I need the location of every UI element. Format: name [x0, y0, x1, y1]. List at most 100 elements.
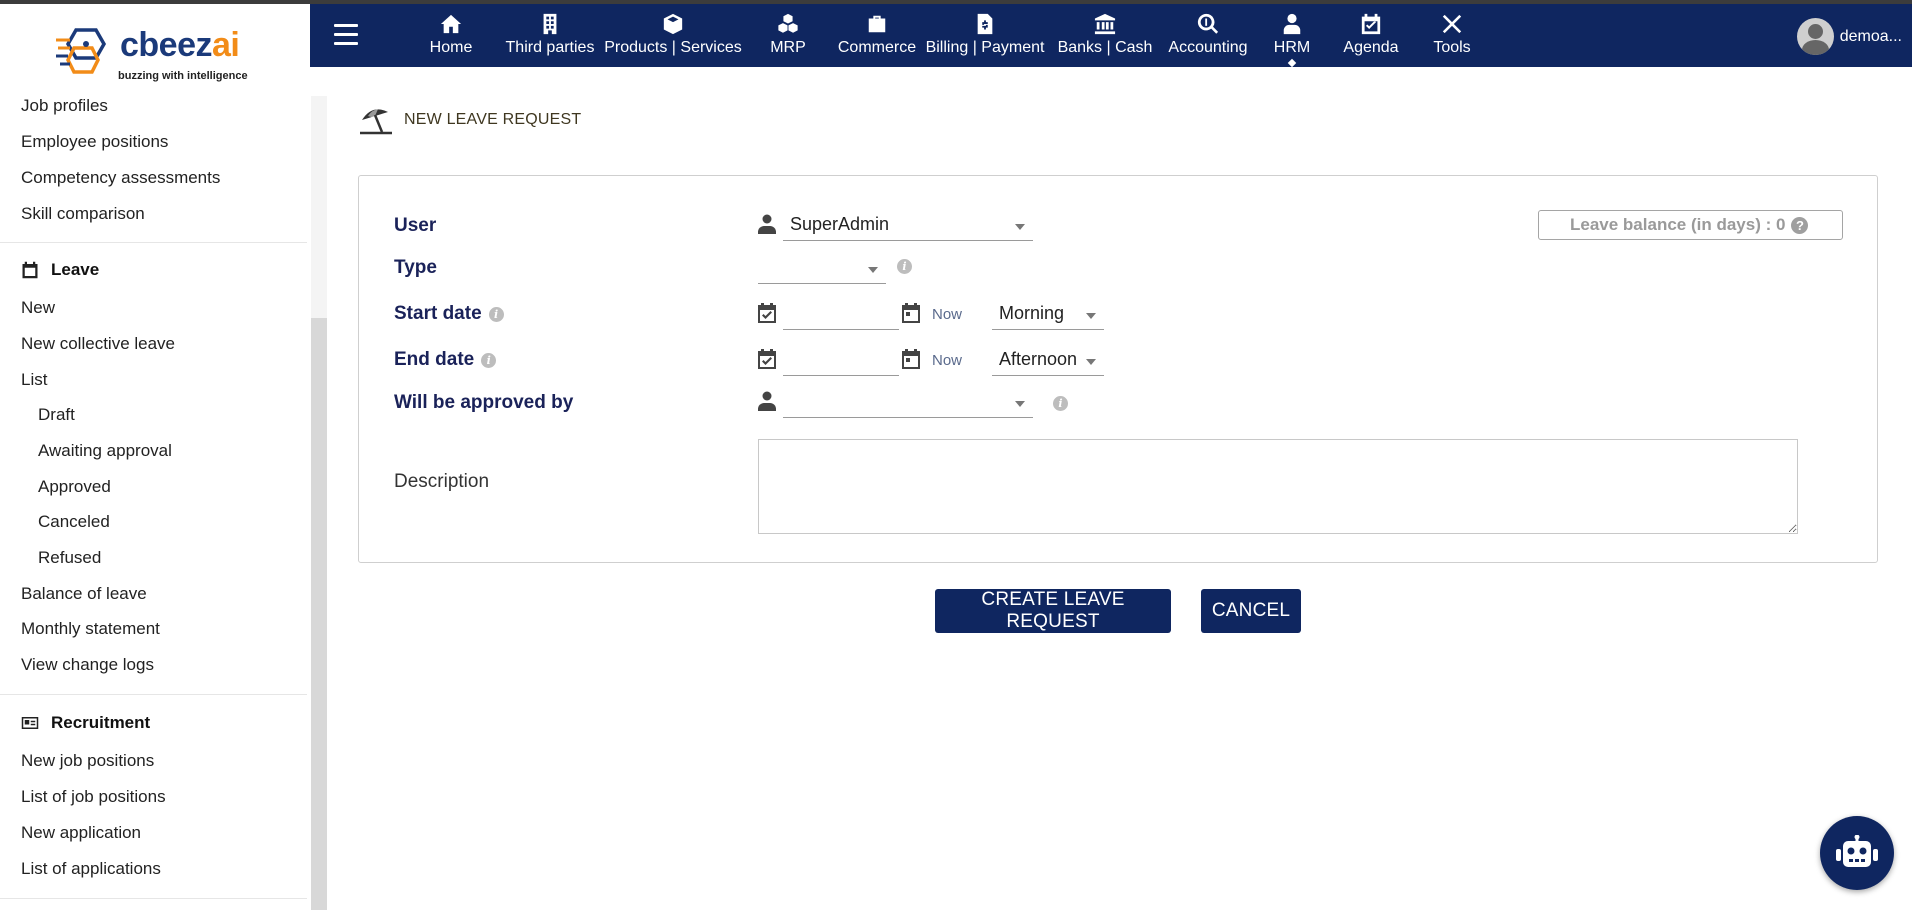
start-date-input[interactable]: [783, 300, 899, 330]
nav-banks-cash-label: Banks | Cash: [1057, 39, 1153, 56]
sidebar-item-view-change-logs[interactable]: View change logs: [21, 655, 154, 675]
help-icon[interactable]: ?: [1791, 216, 1809, 234]
page-title: NEW LEAVE REQUEST: [358, 104, 581, 136]
user-name: demoa...: [1839, 27, 1902, 45]
search-dollar-icon: [1197, 11, 1219, 37]
start-date-label-text: Start date: [394, 303, 482, 324]
sidebar-item-list-of-applications[interactable]: List of applications: [21, 859, 161, 879]
sidebar-item-list-of-job-positions[interactable]: List of job positions: [21, 787, 166, 807]
type-select[interactable]: [758, 254, 886, 284]
nav-home[interactable]: Home: [421, 4, 481, 67]
chevron-down-icon: [1086, 313, 1096, 319]
sidebar-heading-recruitment[interactable]: Recruitment: [21, 713, 150, 733]
chevron-down-icon: [1015, 224, 1025, 230]
bank-icon: [1094, 11, 1116, 37]
nav-products-services-label: Products | Services: [604, 39, 742, 56]
type-label-text: Type: [394, 257, 437, 278]
type-label: Type: [394, 257, 437, 279]
user-tie-icon: [1281, 11, 1303, 37]
create-leave-request-button[interactable]: CREATE LEAVE REQUEST: [935, 589, 1171, 633]
sidebar-item-list[interactable]: List: [21, 370, 47, 390]
nav-home-label: Home: [429, 39, 473, 56]
user-menu[interactable]: demoa...: [1796, 18, 1902, 55]
info-icon[interactable]: i: [897, 259, 912, 274]
end-date-now-link[interactable]: Now: [932, 352, 962, 369]
nav-tools[interactable]: Tools: [1422, 4, 1482, 67]
start-period-select[interactable]: Morning: [992, 300, 1104, 330]
nav-agenda[interactable]: Agenda: [1336, 4, 1406, 67]
nav-accounting[interactable]: Accounting: [1158, 4, 1258, 67]
sidebar-item-refused[interactable]: Refused: [38, 548, 101, 568]
calendar-icon[interactable]: [902, 303, 920, 323]
nav-products-services[interactable]: Products | Services: [598, 4, 748, 67]
hamburger-menu-icon[interactable]: [334, 24, 358, 46]
chevron-down-icon: [1015, 401, 1025, 407]
info-icon[interactable]: i: [1053, 396, 1068, 411]
leave-balance-box: Leave balance (in days) : 0 ?: [1538, 210, 1843, 240]
sidebar-divider: [0, 242, 307, 243]
logo-bee-icon: [56, 28, 107, 74]
sidebar-item-canceled[interactable]: Canceled: [38, 512, 110, 532]
description-label-text: Description: [394, 471, 490, 492]
sidebar-item-balance-of-leave[interactable]: Balance of leave: [21, 584, 147, 604]
nav-mrp[interactable]: MRP: [758, 4, 818, 67]
sidebar-item-new-application[interactable]: New application: [21, 823, 141, 843]
sidebar-item-skill-comparison[interactable]: Skill comparison: [21, 204, 145, 224]
calendar-check-icon[interactable]: [758, 349, 776, 369]
logo-tagline: buzzing with intelligence: [118, 70, 248, 82]
nav-commerce[interactable]: Commerce: [827, 4, 927, 67]
nav-third-parties-label: Third parties: [505, 39, 595, 56]
nav-third-parties[interactable]: Third parties: [495, 4, 605, 67]
start-date-now-link[interactable]: Now: [932, 306, 962, 323]
robot-icon: [1836, 835, 1878, 867]
approver-select[interactable]: [783, 388, 1033, 418]
brand-logo[interactable]: cbeezai buzzing with intelligence: [56, 24, 266, 90]
sidebar-item-approved[interactable]: Approved: [38, 477, 111, 497]
page-title-text: NEW LEAVE REQUEST: [404, 111, 582, 128]
info-icon[interactable]: i: [481, 352, 497, 368]
info-icon[interactable]: i: [488, 306, 504, 322]
nav-accounting-label: Accounting: [1168, 39, 1248, 56]
user-label: User: [394, 215, 436, 237]
nav-hrm[interactable]: HRM: [1262, 4, 1322, 67]
end-date-input[interactable]: [783, 346, 899, 376]
sidebar: Job profiles Employee positions Competen…: [0, 96, 310, 910]
sidebar-item-draft[interactable]: Draft: [38, 405, 75, 425]
approver-label: Will be approved by: [394, 392, 573, 414]
sidebar-item-new[interactable]: New: [21, 298, 55, 318]
nav-hrm-label: HRM: [1273, 39, 1311, 56]
sidebar-scrollbar-thumb[interactable]: [311, 318, 327, 910]
sidebar-item-job-profiles[interactable]: Job profiles: [21, 96, 108, 116]
sidebar-item-employee-positions[interactable]: Employee positions: [21, 132, 168, 152]
end-date-label-text: End date: [394, 349, 475, 370]
calendar-check-icon[interactable]: [758, 303, 776, 323]
id-card-icon: [21, 717, 39, 729]
calendar-icon[interactable]: [902, 349, 920, 369]
beach-umbrella-icon: [360, 109, 392, 135]
leave-request-form: User SuperAdmin Leave balance (in days) …: [358, 175, 1878, 563]
sidebar-item-new-collective-leave[interactable]: New collective leave: [21, 334, 175, 354]
chatbot-button[interactable]: [1820, 816, 1894, 890]
user-icon: [758, 214, 776, 234]
sidebar-item-competency-assessments[interactable]: Competency assessments: [21, 168, 220, 188]
cancel-button[interactable]: CANCEL: [1201, 589, 1301, 633]
description-label: Description: [394, 471, 489, 493]
avatar: [1796, 18, 1834, 55]
end-period-select[interactable]: Afternoon: [992, 346, 1104, 376]
building-icon: [539, 11, 561, 37]
sidebar-heading-recruitment-label: Recruitment: [51, 713, 151, 732]
user-select[interactable]: SuperAdmin: [783, 211, 1033, 241]
logo-wordmark: cbeezai: [120, 26, 240, 64]
sidebar-heading-leave[interactable]: Leave: [21, 260, 99, 280]
description-textarea[interactable]: [758, 439, 1798, 534]
calendar-check-icon: [1360, 11, 1382, 37]
sidebar-item-awaiting-approval[interactable]: Awaiting approval: [38, 441, 172, 461]
nav-banks-cash[interactable]: Banks | Cash: [1045, 4, 1165, 67]
user-select-value: SuperAdmin: [790, 214, 890, 234]
invoice-icon: [974, 11, 996, 37]
nav-billing-payment[interactable]: Billing | Payment: [920, 4, 1050, 67]
calendar-icon: [22, 261, 38, 279]
suitcase-icon: [866, 11, 888, 37]
sidebar-item-new-job-positions[interactable]: New job positions: [21, 751, 154, 771]
sidebar-item-monthly-statement[interactable]: Monthly statement: [21, 619, 160, 639]
